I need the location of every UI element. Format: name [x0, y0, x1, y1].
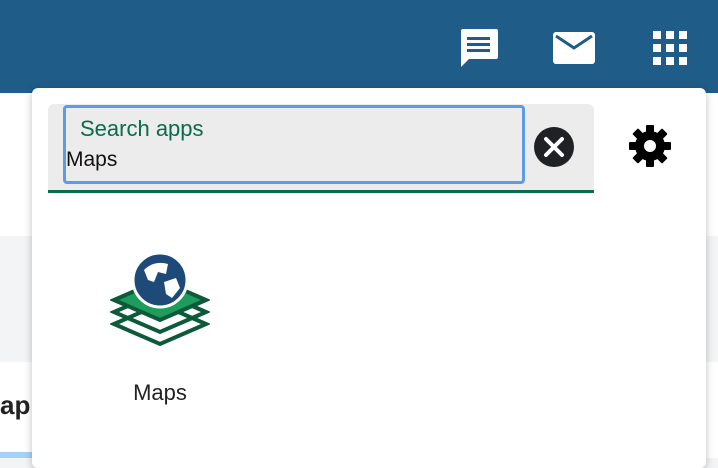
maps-icon [108, 250, 212, 361]
clear-search-button[interactable] [533, 126, 575, 168]
clear-icon [534, 127, 574, 167]
gear-icon [629, 125, 671, 167]
apps-grid-button[interactable] [648, 28, 692, 68]
mail-button[interactable] [550, 28, 598, 68]
search-field-label: Search apps [80, 116, 204, 141]
chat-icon [460, 29, 498, 67]
mail-icon [553, 32, 595, 64]
chat-button[interactable] [452, 24, 504, 72]
app-tile-maps[interactable]: Maps [96, 250, 224, 410]
apps-grid-icon [653, 31, 687, 65]
app-search-box: Search apps [48, 104, 594, 193]
top-bar [0, 0, 718, 93]
search-input[interactable] [66, 148, 506, 172]
app-label: Maps [133, 380, 187, 405]
background-partial-title: ap [0, 390, 31, 420]
settings-button[interactable] [626, 122, 674, 170]
app-launcher-panel: Search apps Maps Maps [32, 88, 706, 468]
